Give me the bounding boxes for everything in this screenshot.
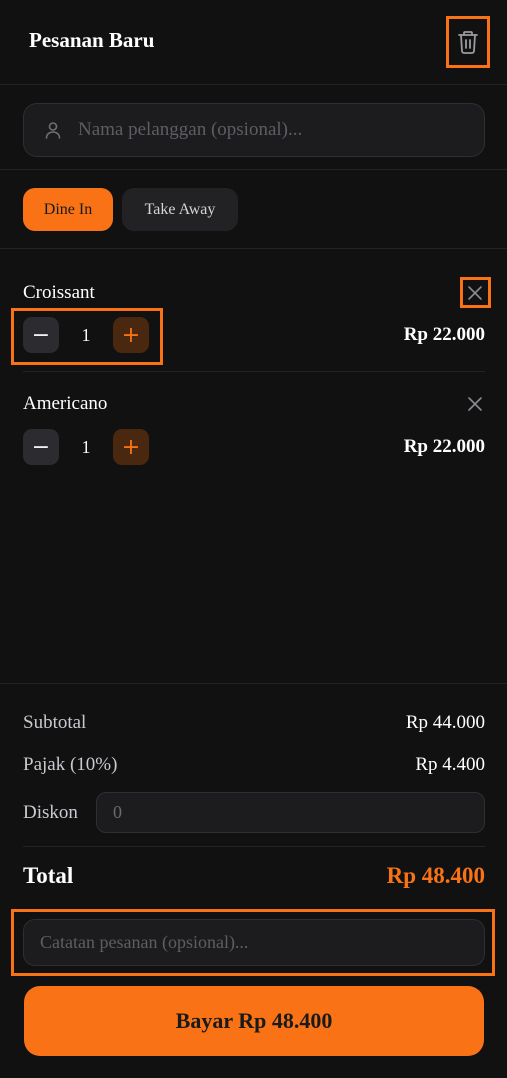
plus-icon: + bbox=[121, 434, 141, 460]
quantity-value: 1 bbox=[81, 436, 91, 457]
customer-section bbox=[0, 85, 507, 170]
user-icon bbox=[45, 122, 61, 139]
minus-icon: − bbox=[31, 434, 51, 460]
discount-label: Diskon bbox=[23, 802, 78, 823]
pay-button[interactable]: Bayar Rp 48.400 bbox=[24, 986, 484, 1056]
total-value: Rp 48.400 bbox=[386, 863, 485, 888]
subtotal-label: Subtotal bbox=[23, 712, 87, 733]
decrease-quantity-button[interactable]: − bbox=[23, 429, 59, 465]
close-icon bbox=[468, 397, 482, 411]
remove-item-button[interactable] bbox=[460, 389, 490, 419]
take-away-button[interactable]: Take Away bbox=[122, 188, 238, 231]
total-label: Total bbox=[23, 863, 74, 888]
decrease-quantity-button[interactable]: − bbox=[23, 317, 59, 353]
clear-order-button[interactable] bbox=[446, 16, 490, 68]
cart-item: Americano − 1 + Rp 22.000 bbox=[23, 393, 485, 465]
item-price: Rp 22.000 bbox=[403, 324, 485, 345]
item-name: Americano bbox=[23, 393, 108, 414]
order-note-wrapper bbox=[11, 909, 495, 976]
cart-item: Croissant − 1 + Rp 22.000 bbox=[23, 282, 485, 353]
item-divider bbox=[23, 371, 485, 372]
order-note-input[interactable] bbox=[23, 919, 485, 966]
tax-label: Pajak (10%) bbox=[23, 754, 118, 775]
trash-icon bbox=[458, 31, 478, 54]
page-title: Pesanan Baru bbox=[29, 28, 155, 52]
quantity-value: 1 bbox=[81, 324, 91, 345]
quantity-stepper: − 1 + bbox=[23, 317, 149, 353]
dine-in-button[interactable]: Dine In bbox=[23, 188, 113, 231]
order-type-selector: Dine In Take Away bbox=[0, 170, 507, 249]
increase-quantity-button[interactable]: + bbox=[113, 429, 149, 465]
quantity-stepper: − 1 + bbox=[23, 429, 149, 465]
item-price: Rp 22.000 bbox=[403, 436, 485, 457]
remove-item-button[interactable] bbox=[460, 278, 490, 308]
order-summary: Subtotal Rp 44.000 Pajak (10%) Rp 4.400 … bbox=[0, 683, 507, 1078]
customer-name-input[interactable] bbox=[78, 104, 468, 156]
item-name: Croissant bbox=[23, 282, 95, 303]
tax-value: Rp 4.400 bbox=[415, 754, 485, 775]
plus-icon: + bbox=[121, 322, 141, 348]
header: Pesanan Baru bbox=[0, 0, 507, 85]
order-panel: Pesanan Baru Dine In Take Away Croissant bbox=[0, 0, 507, 1078]
close-icon bbox=[468, 286, 482, 300]
subtotal-value: Rp 44.000 bbox=[405, 712, 485, 733]
increase-quantity-button[interactable]: + bbox=[113, 317, 149, 353]
minus-icon: − bbox=[31, 322, 51, 348]
summary-divider bbox=[23, 846, 485, 847]
discount-input[interactable] bbox=[96, 792, 485, 833]
customer-field bbox=[23, 103, 485, 157]
